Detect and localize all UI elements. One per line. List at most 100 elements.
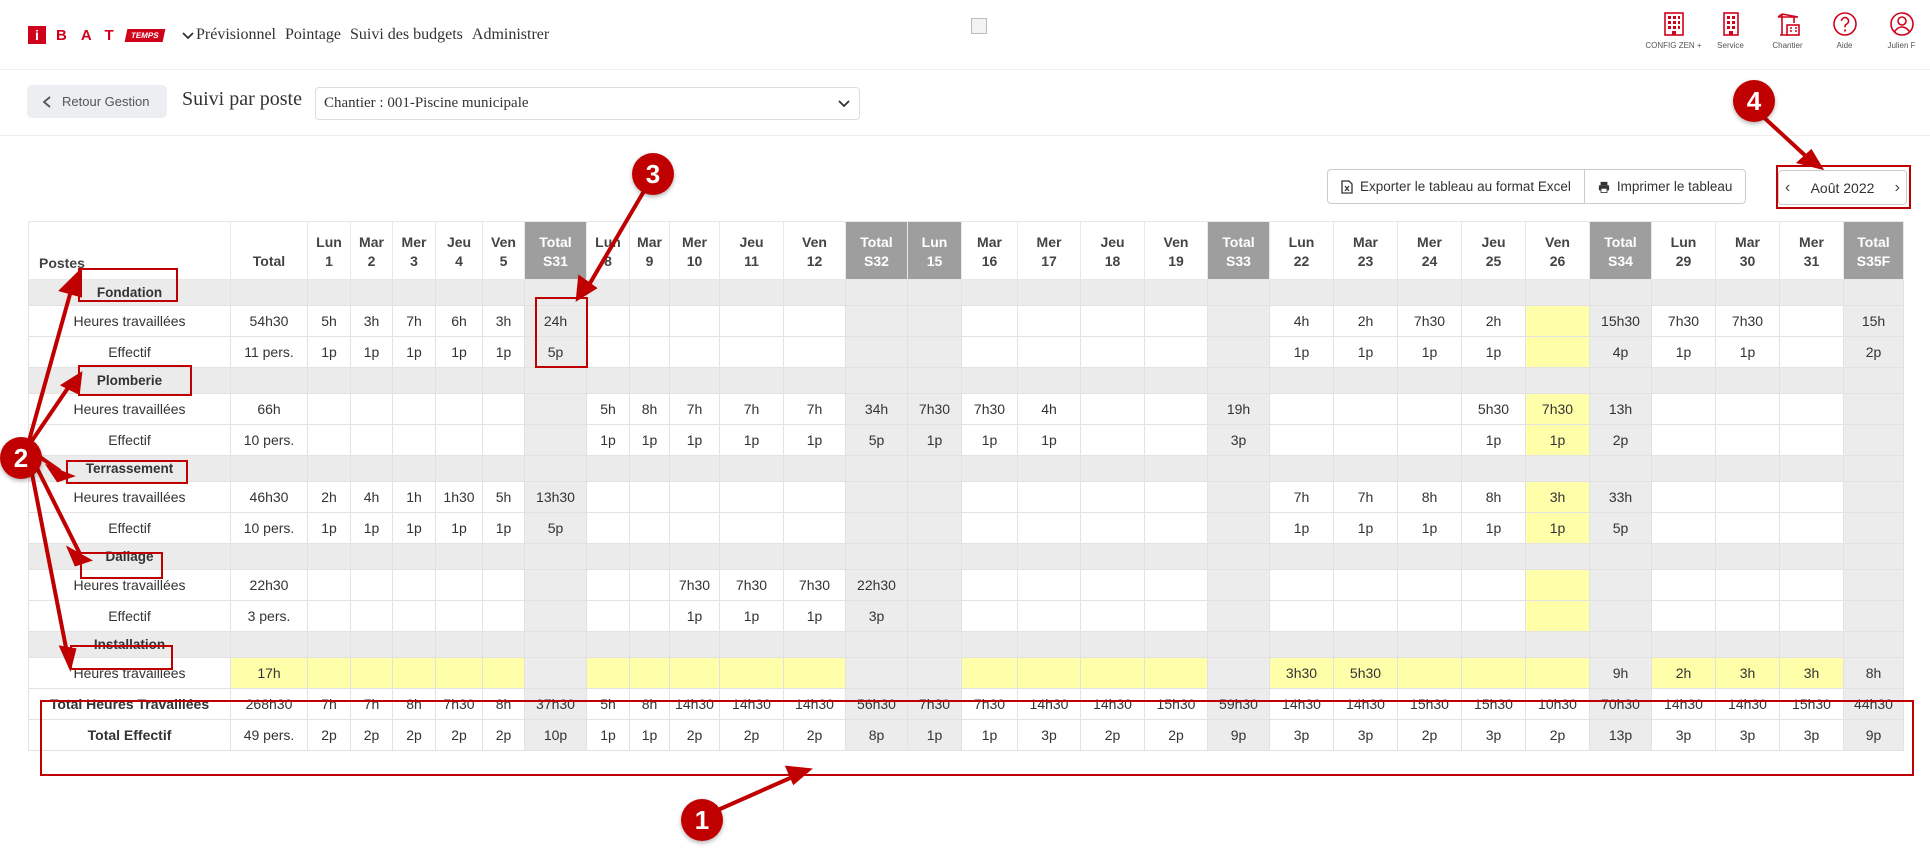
table-cell[interactable]: 7h [719, 393, 784, 425]
table-cell[interactable]: 8h [1843, 657, 1904, 689]
table-cell[interactable]: 1p [907, 424, 962, 456]
back-button[interactable]: Retour Gestion [27, 85, 167, 118]
table-cell[interactable] [629, 600, 670, 632]
table-cell[interactable]: 5h [586, 393, 630, 425]
table-cell[interactable] [1715, 569, 1780, 601]
table-cell[interactable] [524, 600, 587, 632]
table-cell[interactable]: 1p [783, 600, 846, 632]
table-cell[interactable]: 1p [482, 336, 525, 368]
table-cell[interactable]: 3p [1207, 424, 1270, 456]
table-cell[interactable] [907, 569, 962, 601]
table-cell[interactable] [1715, 600, 1780, 632]
table-cell[interactable] [1207, 569, 1270, 601]
table-cell[interactable] [1715, 512, 1780, 544]
table-cell[interactable]: 15h30 [1589, 305, 1652, 337]
table-cell[interactable] [1779, 393, 1844, 425]
table-cell[interactable]: 7h [669, 393, 720, 425]
table-cell[interactable] [961, 512, 1018, 544]
table-cell[interactable]: 1p [1333, 336, 1398, 368]
table-cell[interactable] [307, 569, 351, 601]
table-cell[interactable]: 3p [845, 600, 908, 632]
table-cell[interactable] [783, 481, 846, 513]
table-cell[interactable]: 1p [1397, 512, 1462, 544]
table-cell[interactable] [629, 512, 670, 544]
table-cell[interactable] [1779, 600, 1844, 632]
table-cell[interactable]: 15h [1843, 305, 1904, 337]
table-cell[interactable] [1144, 305, 1208, 337]
table-cell[interactable] [961, 305, 1018, 337]
table-cell[interactable] [1715, 481, 1780, 513]
table-cell[interactable] [1269, 569, 1334, 601]
table-cell[interactable] [1333, 393, 1398, 425]
table-cell[interactable] [1017, 305, 1081, 337]
table-cell[interactable] [1651, 512, 1716, 544]
table-cell[interactable] [586, 305, 630, 337]
table-cell[interactable] [961, 657, 1018, 689]
table-cell[interactable]: 22h30 [845, 569, 908, 601]
table-cell[interactable]: 1p [392, 512, 436, 544]
table-cell[interactable]: 4h [1269, 305, 1334, 337]
table-cell[interactable] [1207, 657, 1270, 689]
table-cell[interactable]: 13h30 [524, 481, 587, 513]
table-cell[interactable]: 1p [307, 336, 351, 368]
table-cell[interactable] [1080, 305, 1145, 337]
table-cell[interactable]: 7h30 [1715, 305, 1780, 337]
table-cell[interactable] [1207, 305, 1270, 337]
table-cell[interactable]: 2h [307, 481, 351, 513]
table-cell[interactable] [1144, 569, 1208, 601]
table-cell[interactable] [1589, 600, 1652, 632]
table-cell[interactable] [392, 424, 436, 456]
user-button[interactable]: Julien F [1873, 10, 1930, 50]
table-cell[interactable] [1207, 336, 1270, 368]
table-cell[interactable]: 1p [719, 424, 784, 456]
table-cell[interactable]: 19h [1207, 393, 1270, 425]
table-cell[interactable]: 7h30 [1397, 305, 1462, 337]
table-cell[interactable] [307, 600, 351, 632]
nav-pointage[interactable]: Pointage [285, 26, 341, 44]
table-cell[interactable] [783, 305, 846, 337]
chantier-button[interactable]: Chantier [1759, 10, 1816, 50]
table-cell[interactable] [1207, 512, 1270, 544]
table-cell[interactable] [1017, 512, 1081, 544]
table-cell[interactable] [1715, 393, 1780, 425]
table-cell[interactable] [907, 657, 962, 689]
table-cell[interactable] [350, 569, 393, 601]
table-cell[interactable]: 5h [307, 305, 351, 337]
table-cell[interactable]: 1p [350, 336, 393, 368]
table-cell[interactable] [907, 481, 962, 513]
table-cell[interactable] [669, 512, 720, 544]
table-cell[interactable]: 1p [1715, 336, 1780, 368]
table-cell[interactable] [629, 569, 670, 601]
table-cell[interactable]: 1p [1017, 424, 1081, 456]
table-cell[interactable] [1017, 481, 1081, 513]
table-cell[interactable] [392, 393, 436, 425]
table-cell[interactable] [783, 512, 846, 544]
table-cell[interactable] [482, 657, 525, 689]
table-cell[interactable] [1843, 512, 1904, 544]
table-cell[interactable] [307, 424, 351, 456]
table-cell[interactable] [1144, 600, 1208, 632]
table-cell[interactable]: 1p [1333, 512, 1398, 544]
table-cell[interactable]: 5h [482, 481, 525, 513]
table-cell[interactable] [586, 657, 630, 689]
table-cell[interactable]: 2h [1651, 657, 1716, 689]
table-cell[interactable] [350, 393, 393, 425]
table-cell[interactable] [1651, 424, 1716, 456]
table-cell[interactable] [350, 600, 393, 632]
config-zen-button[interactable]: CONFIG ZEN + [1645, 10, 1702, 50]
table-cell[interactable]: 3h [350, 305, 393, 337]
table-cell[interactable] [669, 305, 720, 337]
table-cell[interactable] [845, 481, 908, 513]
table-cell[interactable] [586, 481, 630, 513]
table-cell[interactable] [783, 336, 846, 368]
table-cell[interactable]: 1p [669, 600, 720, 632]
table-cell[interactable] [1333, 569, 1398, 601]
table-cell[interactable] [392, 657, 436, 689]
table-cell[interactable] [1207, 481, 1270, 513]
table-cell[interactable]: 2p [1843, 336, 1904, 368]
table-cell[interactable] [1269, 424, 1334, 456]
table-cell[interactable] [1333, 600, 1398, 632]
table-cell[interactable] [719, 657, 784, 689]
table-cell[interactable]: 7h30 [1651, 305, 1716, 337]
table-cell[interactable]: 8h [1461, 481, 1526, 513]
